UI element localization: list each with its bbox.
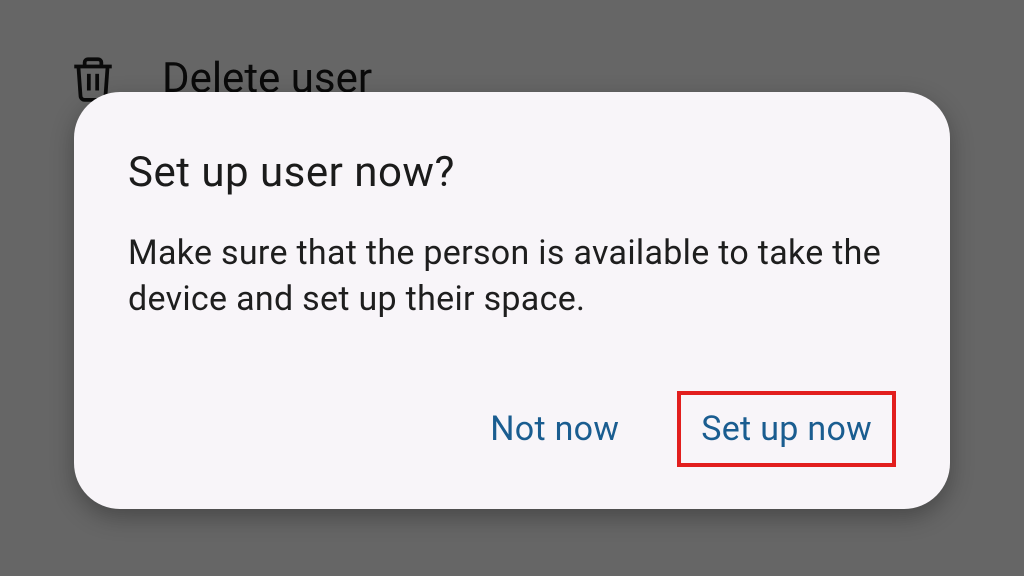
dialog-body: Make sure that the person is available t… [128,231,896,323]
setup-user-dialog: Set up user now? Make sure that the pers… [74,92,950,509]
dialog-title: Set up user now? [128,148,896,197]
set-up-now-button[interactable]: Set up now [677,391,896,467]
not-now-button[interactable]: Not now [470,397,639,461]
dialog-actions: Not now Set up now [128,391,896,467]
